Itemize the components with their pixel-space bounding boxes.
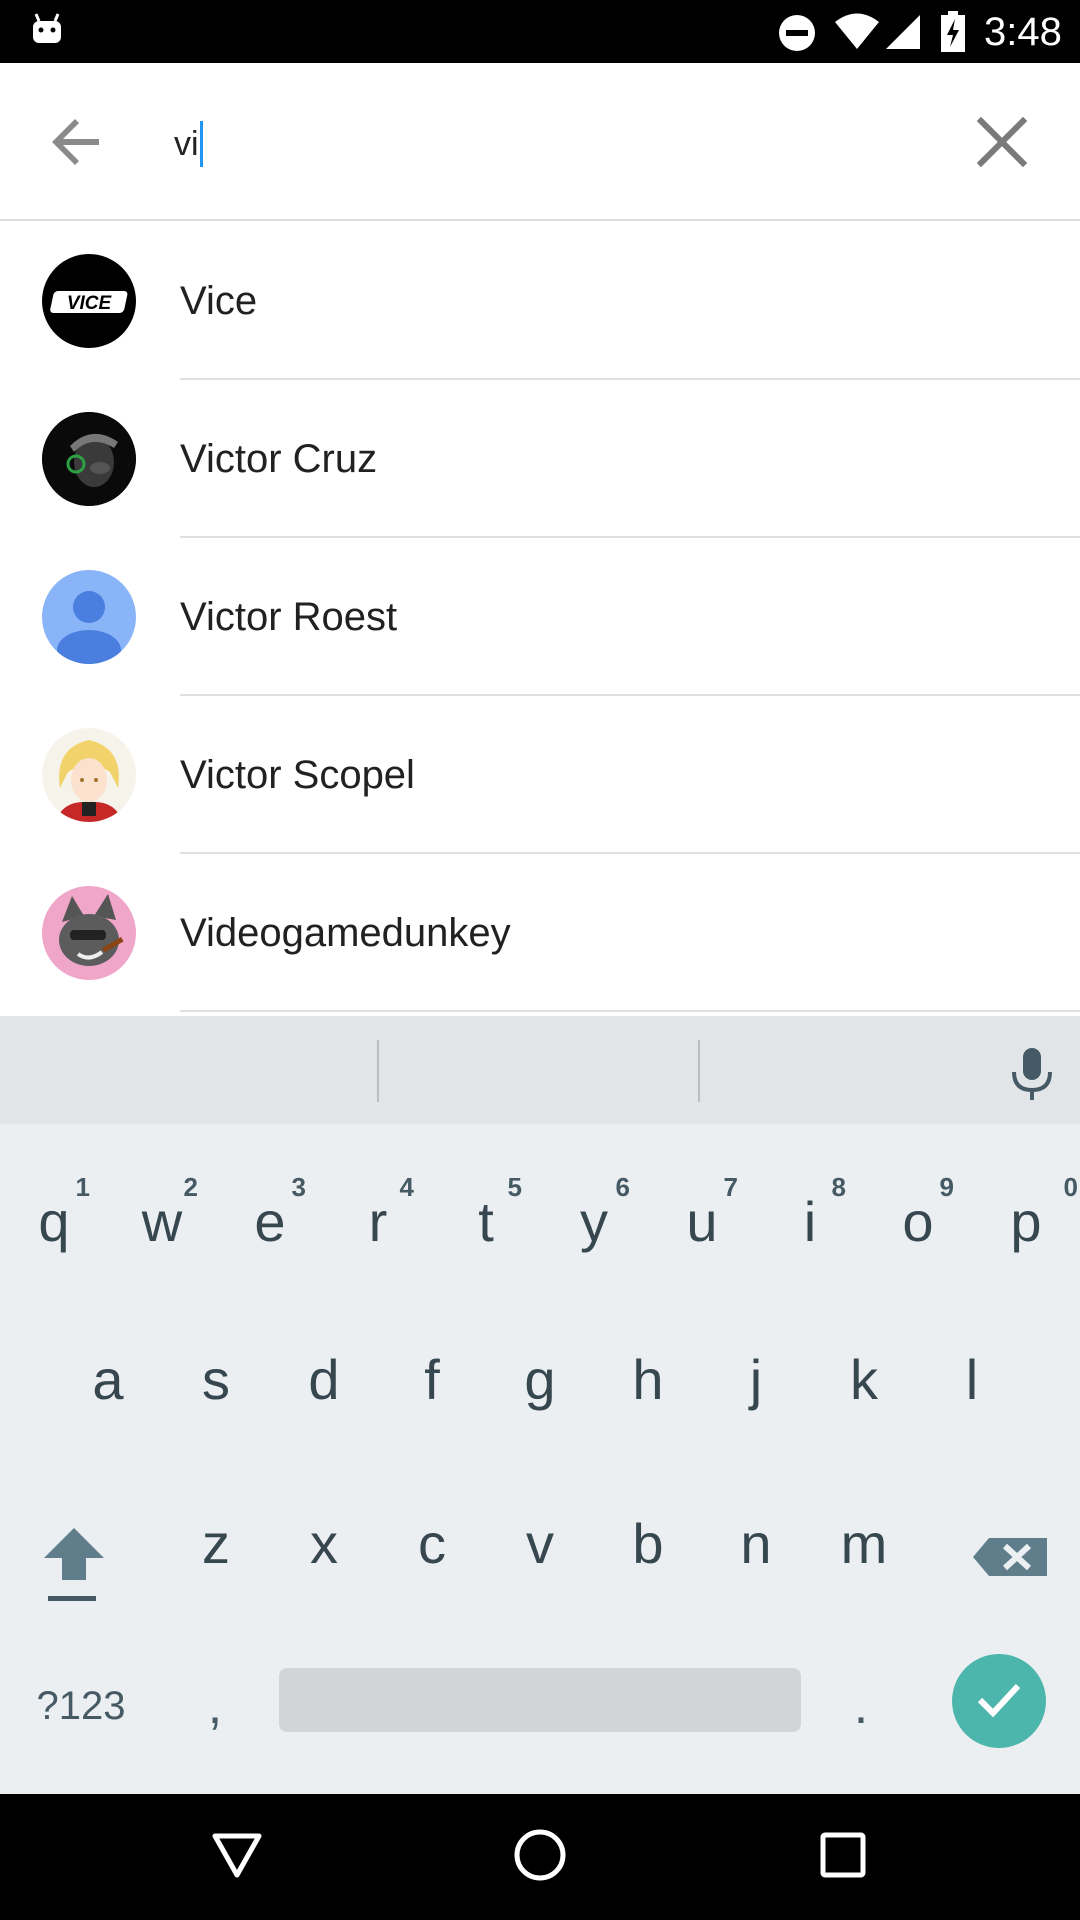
checkmark-icon bbox=[974, 1674, 1024, 1729]
status-bar: 3:48 bbox=[0, 0, 1080, 63]
search-bar: vi bbox=[0, 63, 1080, 221]
key-k[interactable]: k bbox=[810, 1306, 918, 1436]
home-circle-icon bbox=[512, 1827, 568, 1888]
key-o[interactable]: 9o bbox=[864, 1148, 972, 1278]
key-f[interactable]: f bbox=[378, 1306, 486, 1436]
back-triangle-icon bbox=[210, 1828, 264, 1887]
search-input[interactable]: vi bbox=[174, 119, 203, 169]
key-p[interactable]: 0p bbox=[972, 1148, 1080, 1278]
do-not-disturb-icon bbox=[778, 14, 816, 57]
key-s[interactable]: s bbox=[162, 1306, 270, 1436]
comma-key[interactable]: , bbox=[180, 1656, 250, 1756]
search-results-list: VICE Vice Victor Cruz Victor Roest Victo… bbox=[0, 222, 1080, 1012]
result-name: Victor Cruz bbox=[180, 437, 378, 481]
back-button[interactable] bbox=[40, 108, 112, 180]
key-h[interactable]: h bbox=[594, 1306, 702, 1436]
result-row-victor-cruz[interactable]: Victor Cruz bbox=[0, 380, 1080, 538]
result-name: Videogamedunkey bbox=[180, 911, 511, 955]
text-cursor bbox=[199, 121, 203, 167]
cartoon-portrait-avatar bbox=[42, 886, 136, 980]
shift-key[interactable] bbox=[30, 1500, 126, 1610]
key-g[interactable]: g bbox=[486, 1306, 594, 1436]
suggestion-separator bbox=[377, 1040, 379, 1102]
microphone-icon[interactable] bbox=[1004, 1046, 1060, 1107]
key-e[interactable]: 3e bbox=[216, 1148, 324, 1278]
backspace-icon bbox=[965, 1538, 1065, 1614]
clock: 3:48 bbox=[984, 10, 1062, 54]
key-w[interactable]: 2w bbox=[108, 1148, 216, 1278]
suggestion-separator bbox=[698, 1040, 700, 1102]
navigation-bar bbox=[0, 1794, 1080, 1920]
result-row-videogamedunkey[interactable]: Videogamedunkey bbox=[0, 854, 1080, 1012]
shift-icon bbox=[30, 1528, 126, 1614]
key-t[interactable]: 5t bbox=[432, 1148, 540, 1278]
key-r[interactable]: 4r bbox=[324, 1148, 432, 1278]
key-b[interactable]: b bbox=[594, 1470, 702, 1600]
vice-logo-avatar: VICE bbox=[42, 254, 136, 348]
recents-square-icon bbox=[818, 1830, 868, 1885]
arrow-back-icon bbox=[49, 115, 103, 174]
anime-portrait-avatar bbox=[42, 728, 136, 822]
result-row-vice[interactable]: VICE Vice bbox=[0, 222, 1080, 380]
period-key[interactable]: . bbox=[826, 1656, 896, 1756]
clear-search-button[interactable] bbox=[966, 108, 1038, 180]
space-bar[interactable] bbox=[279, 1668, 801, 1732]
key-d[interactable]: d bbox=[270, 1306, 378, 1436]
key-v[interactable]: v bbox=[486, 1470, 594, 1600]
key-u[interactable]: 7u bbox=[648, 1148, 756, 1278]
key-j[interactable]: j bbox=[702, 1306, 810, 1436]
key-x[interactable]: x bbox=[270, 1470, 378, 1600]
enter-key[interactable] bbox=[952, 1654, 1046, 1748]
result-row-victor-roest[interactable]: Victor Roest bbox=[0, 538, 1080, 696]
default-person-icon bbox=[42, 570, 136, 664]
nav-home-button[interactable] bbox=[507, 1824, 573, 1890]
key-a[interactable]: a bbox=[54, 1306, 162, 1436]
cell-signal-icon bbox=[884, 13, 922, 56]
backspace-key[interactable] bbox=[965, 1500, 1065, 1610]
result-name: Vice bbox=[180, 279, 258, 323]
battery-charging-icon bbox=[940, 11, 966, 58]
soft-keyboard: 1q 2w 3e 4r 5t 6y 7u 8i 9o 0p a s d f g … bbox=[0, 1016, 1080, 1794]
nav-back-button[interactable] bbox=[204, 1824, 270, 1890]
key-y[interactable]: 6y bbox=[540, 1148, 648, 1278]
wifi-icon bbox=[834, 13, 880, 56]
result-row-victor-scopel[interactable]: Victor Scopel bbox=[0, 696, 1080, 854]
close-icon bbox=[976, 116, 1028, 172]
key-n[interactable]: n bbox=[702, 1470, 810, 1600]
suggestion-strip bbox=[0, 1016, 1080, 1124]
result-name: Victor Roest bbox=[180, 595, 398, 639]
android-debug-icon bbox=[30, 12, 64, 51]
divider bbox=[180, 1010, 1080, 1012]
svg-text:VICE: VICE bbox=[67, 293, 113, 314]
victor-cruz-avatar bbox=[42, 412, 136, 506]
key-l[interactable]: l bbox=[918, 1306, 1026, 1436]
key-m[interactable]: m bbox=[810, 1470, 918, 1600]
key-c[interactable]: c bbox=[378, 1470, 486, 1600]
key-q[interactable]: 1q bbox=[0, 1148, 108, 1278]
key-z[interactable]: z bbox=[162, 1470, 270, 1600]
symbols-key[interactable]: ?123 bbox=[16, 1656, 146, 1756]
key-i[interactable]: 8i bbox=[756, 1148, 864, 1278]
search-query-text: vi bbox=[174, 124, 199, 163]
nav-recents-button[interactable] bbox=[810, 1824, 876, 1890]
result-name: Victor Scopel bbox=[180, 753, 415, 797]
